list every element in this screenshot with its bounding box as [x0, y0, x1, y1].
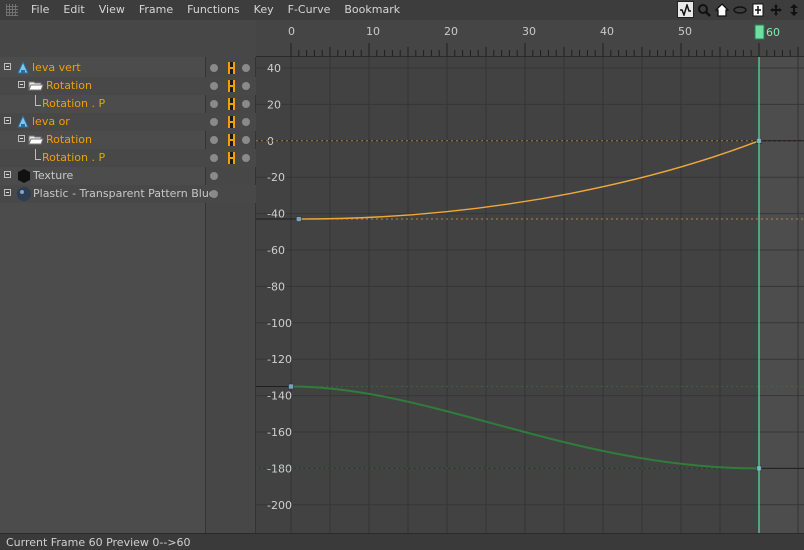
tree-row[interactable]: Rotation . P	[0, 149, 256, 167]
tree-row[interactable]: Rotation	[0, 77, 256, 95]
film-track-icon[interactable]	[228, 80, 235, 92]
status-bar: Current Frame 60 Preview 0-->60	[0, 533, 804, 550]
scroll-icon[interactable]	[785, 1, 802, 18]
material-sphere-icon	[16, 186, 32, 208]
status-text: Current Frame 60 Preview 0-->60	[6, 536, 191, 549]
menu-file[interactable]: File	[24, 0, 56, 20]
expand-toggle-icon[interactable]	[4, 63, 11, 70]
tree-connector	[35, 159, 41, 160]
move-icon[interactable]	[767, 1, 784, 18]
ruler-tick-label: 50	[678, 25, 692, 38]
ruler-tick-label: 20	[444, 25, 458, 38]
menu-bar: File Edit View Frame Functions Key F-Cur…	[0, 0, 804, 20]
ruler-tick-label: 40	[600, 25, 614, 38]
value-axis-label: -100	[267, 317, 292, 330]
expand-toggle-icon[interactable]	[4, 117, 11, 124]
tree-row[interactable]: leva or	[0, 113, 256, 131]
lock-dot-icon[interactable]	[242, 82, 250, 90]
tree-row[interactable]: Texture	[0, 167, 256, 185]
enable-dot-icon[interactable]	[210, 118, 218, 126]
ellipse-icon[interactable]	[731, 1, 748, 18]
tree-item-label: Texture	[33, 169, 74, 182]
tree-item-label: Plastic - Transparent Pattern Blue	[33, 187, 216, 200]
film-track-icon[interactable]	[228, 116, 235, 128]
lock-dot-icon[interactable]	[242, 64, 250, 72]
enable-dot-icon[interactable]	[210, 64, 218, 72]
tree-item-label: leva or	[32, 115, 70, 128]
value-axis-label: -60	[267, 244, 285, 257]
fcurve-graph[interactable]: 0102030405040200-20-40-60-80-100-120-140…	[256, 20, 804, 533]
value-axis-label: -160	[267, 426, 292, 439]
menu-view[interactable]: View	[92, 0, 132, 20]
ruler-tick-label: 0	[288, 25, 295, 38]
lock-dot-icon[interactable]	[242, 118, 250, 126]
tree-row[interactable]: Rotation	[0, 131, 256, 149]
toolbar	[677, 1, 802, 18]
value-axis-label: -140	[267, 390, 292, 403]
film-track-icon[interactable]	[228, 134, 235, 146]
film-track-icon[interactable]	[228, 98, 235, 110]
expand-toggle-icon[interactable]	[4, 171, 11, 178]
tree-item-label: Rotation	[46, 79, 93, 92]
ruler-tick-label: 30	[522, 25, 536, 38]
home-icon[interactable]	[713, 1, 730, 18]
value-axis-label: -180	[267, 462, 292, 475]
tree-item-label: Rotation . P	[42, 151, 106, 164]
value-axis-label: -120	[267, 353, 292, 366]
menu-functions[interactable]: Functions	[180, 0, 247, 20]
current-frame-handle[interactable]	[754, 24, 765, 40]
menu-edit[interactable]: Edit	[56, 0, 91, 20]
keyframe-point[interactable]	[296, 216, 302, 222]
enable-dot-icon[interactable]	[210, 136, 218, 144]
menu-key[interactable]: Key	[247, 0, 281, 20]
tree-item-label: Rotation	[46, 133, 93, 146]
lock-dot-icon[interactable]	[242, 136, 250, 144]
lock-dot-icon[interactable]	[242, 100, 250, 108]
expand-toggle-icon[interactable]	[18, 135, 25, 142]
enable-dot-icon[interactable]	[210, 82, 218, 90]
zoom-icon[interactable]	[695, 1, 712, 18]
value-axis-label: -200	[267, 499, 292, 512]
value-axis-label: 40	[267, 62, 281, 75]
tree-row[interactable]: leva vert	[0, 59, 256, 77]
enable-dot-icon[interactable]	[210, 172, 218, 180]
value-axis-label: 20	[267, 98, 281, 111]
plot-background	[256, 57, 804, 533]
fcurve-icon[interactable]	[677, 1, 694, 18]
menu-bookmark[interactable]: Bookmark	[337, 0, 407, 20]
tree-connector	[35, 105, 41, 106]
ruler-tick-label: 10	[366, 25, 380, 38]
film-track-icon[interactable]	[228, 62, 235, 74]
tree-item-label: Rotation . P	[42, 97, 106, 110]
enable-dot-icon[interactable]	[210, 190, 218, 198]
tree-row[interactable]: Plastic - Transparent Pattern Blue	[0, 185, 256, 203]
current-frame-label: 60	[766, 26, 780, 39]
frame-icon[interactable]	[749, 1, 766, 18]
expand-toggle-icon[interactable]	[4, 189, 11, 196]
keyframe-point[interactable]	[288, 383, 294, 390]
out-of-range-area	[759, 57, 804, 533]
menu-frame[interactable]: Frame	[132, 0, 180, 20]
value-axis-label: -80	[267, 280, 285, 293]
lock-dot-icon[interactable]	[242, 154, 250, 162]
enable-dot-icon[interactable]	[210, 100, 218, 108]
tree-row[interactable]: Rotation . P	[0, 95, 256, 113]
tree-header	[0, 20, 256, 58]
enable-dot-icon[interactable]	[210, 154, 218, 162]
film-track-icon[interactable]	[228, 152, 235, 164]
value-axis-label: -20	[267, 171, 285, 184]
expand-toggle-icon[interactable]	[18, 81, 25, 88]
menu-fcurve[interactable]: F-Curve	[281, 0, 338, 20]
tree-item-label: leva vert	[32, 61, 81, 74]
grip-icon[interactable]	[6, 4, 18, 16]
